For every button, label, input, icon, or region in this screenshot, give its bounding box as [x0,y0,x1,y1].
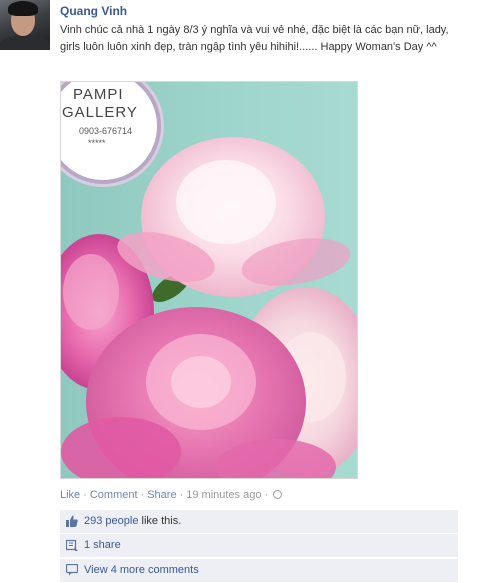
logo-phone: 0903-676714 [79,126,133,136]
likes-suffix: like this. [138,515,182,527]
separator: · [140,489,145,501]
post-actions: Like · Comment · Share · 19 minutes ago · [60,489,283,501]
author-name-link[interactable]: Quang Vinh [60,4,127,18]
avatar-hair [8,1,38,16]
like-link[interactable]: Like [60,489,80,501]
separator: · [83,489,87,501]
separator: · [179,489,184,501]
separator: · [264,489,269,501]
ufi-likes-row: 293 people like this. [60,510,458,533]
post-timestamp[interactable]: 19 minutes ago [186,489,261,501]
post-photo[interactable]: PAMPI GALLERY 0903-676714 ***** [60,81,358,479]
comment-link[interactable]: Comment [90,489,138,501]
globe-icon [273,490,283,499]
ufi-comments-row: View 4 more comments [60,559,458,582]
logo-text-gallery: GALLERY [62,104,138,121]
logo-text-pampi: PAMPI [73,86,124,103]
likes-count-link[interactable]: 293 people [84,515,138,527]
view-more-comments-link[interactable]: View 4 more comments [84,564,199,576]
shares-link[interactable]: 1 share [84,539,121,551]
thumbs-up-icon [66,515,78,527]
post-message: Vinh chúc cả nhà 1 ngày 8/3 ý nghĩa và v… [60,24,449,53]
author-avatar[interactable] [0,0,50,50]
avatar-shirt [0,36,50,50]
logo-stars: ***** [88,138,106,148]
ufi-shares-row: 1 share [60,534,458,557]
comment-icon [66,564,78,576]
share-icon [66,539,78,551]
share-link[interactable]: Share [147,489,176,501]
